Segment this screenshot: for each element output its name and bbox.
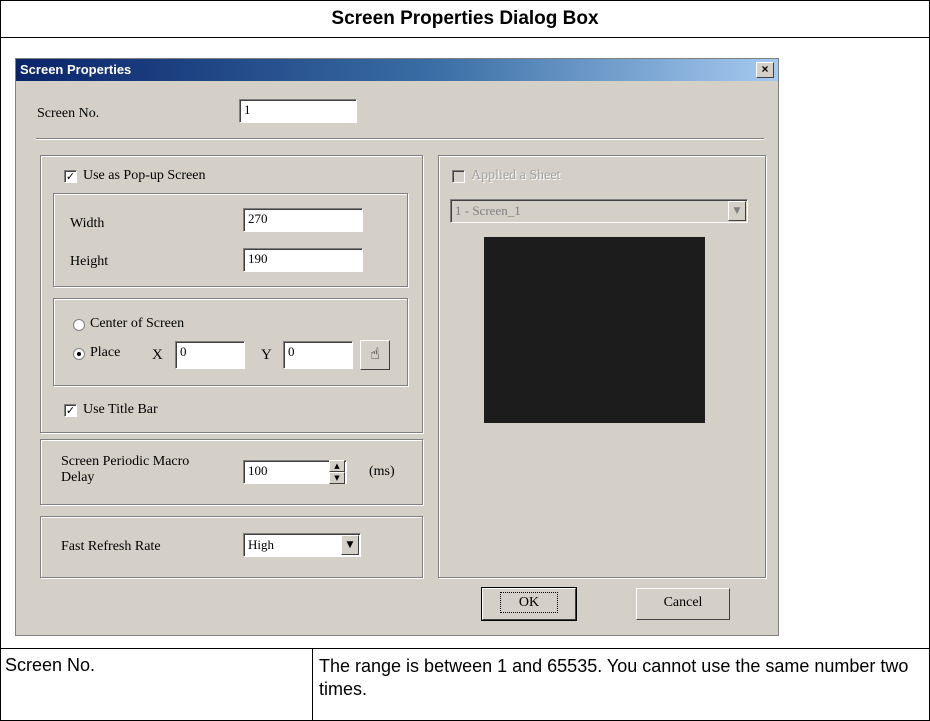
macro-delay-label-line2: Delay — [61, 470, 95, 485]
description-term: Screen No. — [1, 649, 313, 721]
sheet-select-value: 1 - Screen_1 — [455, 203, 521, 218]
checkmark-icon: ✓ — [65, 170, 76, 183]
hand-pointer-icon: ☝ — [370, 344, 380, 363]
screen-properties-dialog: Screen Properties × Screen No. 1 ✓ Use a… — [15, 58, 779, 636]
document-frame: Screen Properties Dialog Box Screen Prop… — [0, 0, 930, 721]
width-label: Width — [70, 216, 105, 231]
ok-button-label: OK — [499, 592, 559, 613]
popup-checkbox-label: Use as Pop-up Screen — [83, 168, 206, 183]
macro-delay-label-line1: Screen Periodic Macro — [61, 454, 190, 469]
center-of-screen-radio[interactable] — [73, 319, 85, 331]
chevron-down-icon[interactable]: ▼ — [728, 201, 746, 221]
chevron-down-icon[interactable]: ▼ — [341, 535, 359, 555]
pick-position-button[interactable]: ☝ — [360, 340, 390, 370]
dialog-titlebar[interactable]: Screen Properties × — [16, 59, 778, 81]
close-button[interactable]: × — [756, 62, 774, 78]
fast-refresh-value: High — [248, 537, 274, 552]
fast-refresh-label: Fast Refresh Rate — [61, 539, 161, 554]
title-bar-checkbox[interactable]: ✓ — [64, 404, 77, 417]
cancel-button[interactable]: Cancel — [636, 588, 730, 620]
separator — [36, 138, 764, 140]
place-label: Place — [90, 345, 121, 360]
x-label: X — [152, 347, 163, 363]
y-input[interactable]: 0 — [283, 341, 353, 369]
x-input[interactable]: 0 — [175, 341, 245, 369]
screenshot-area: Screen Properties × Screen No. 1 ✓ Use a… — [1, 38, 929, 649]
title-bar-label: Use Title Bar — [83, 402, 158, 417]
screen-preview — [484, 237, 705, 423]
height-label: Height — [70, 254, 109, 269]
applied-sheet-checkbox[interactable] — [452, 170, 465, 183]
screen-no-input[interactable]: 1 — [239, 99, 357, 123]
dialog-title: Screen Properties — [20, 62, 132, 77]
fast-refresh-select[interactable]: High ▼ — [243, 533, 361, 557]
close-icon: × — [761, 62, 769, 76]
applied-sheet-label: Applied a Sheet — [471, 168, 561, 183]
height-input[interactable]: 190 — [243, 248, 363, 272]
ok-button[interactable]: OK — [481, 587, 577, 621]
spin-down-icon[interactable]: ▼ — [329, 472, 345, 484]
page-title: Screen Properties Dialog Box — [1, 1, 929, 38]
description-row: Screen No. The range is between 1 and 65… — [1, 649, 929, 721]
y-label: Y — [261, 347, 272, 363]
checkmark-icon: ✓ — [65, 404, 76, 417]
macro-delay-spinner[interactable]: ▲ ▼ — [329, 460, 345, 484]
description-text: The range is between 1 and 65535. You ca… — [319, 656, 909, 699]
macro-delay-unit: (ms) — [369, 464, 395, 479]
width-input[interactable]: 270 — [243, 208, 363, 232]
center-of-screen-label: Center of Screen — [90, 316, 185, 331]
screen-no-label: Screen No. — [37, 106, 100, 121]
place-radio[interactable] — [73, 348, 85, 360]
popup-checkbox[interactable]: ✓ — [64, 170, 77, 183]
macro-delay-label: Screen Periodic Macro Delay — [61, 454, 189, 486]
spin-up-icon[interactable]: ▲ — [329, 460, 345, 472]
sheet-select[interactable]: 1 - Screen_1 ▼ — [450, 199, 748, 223]
